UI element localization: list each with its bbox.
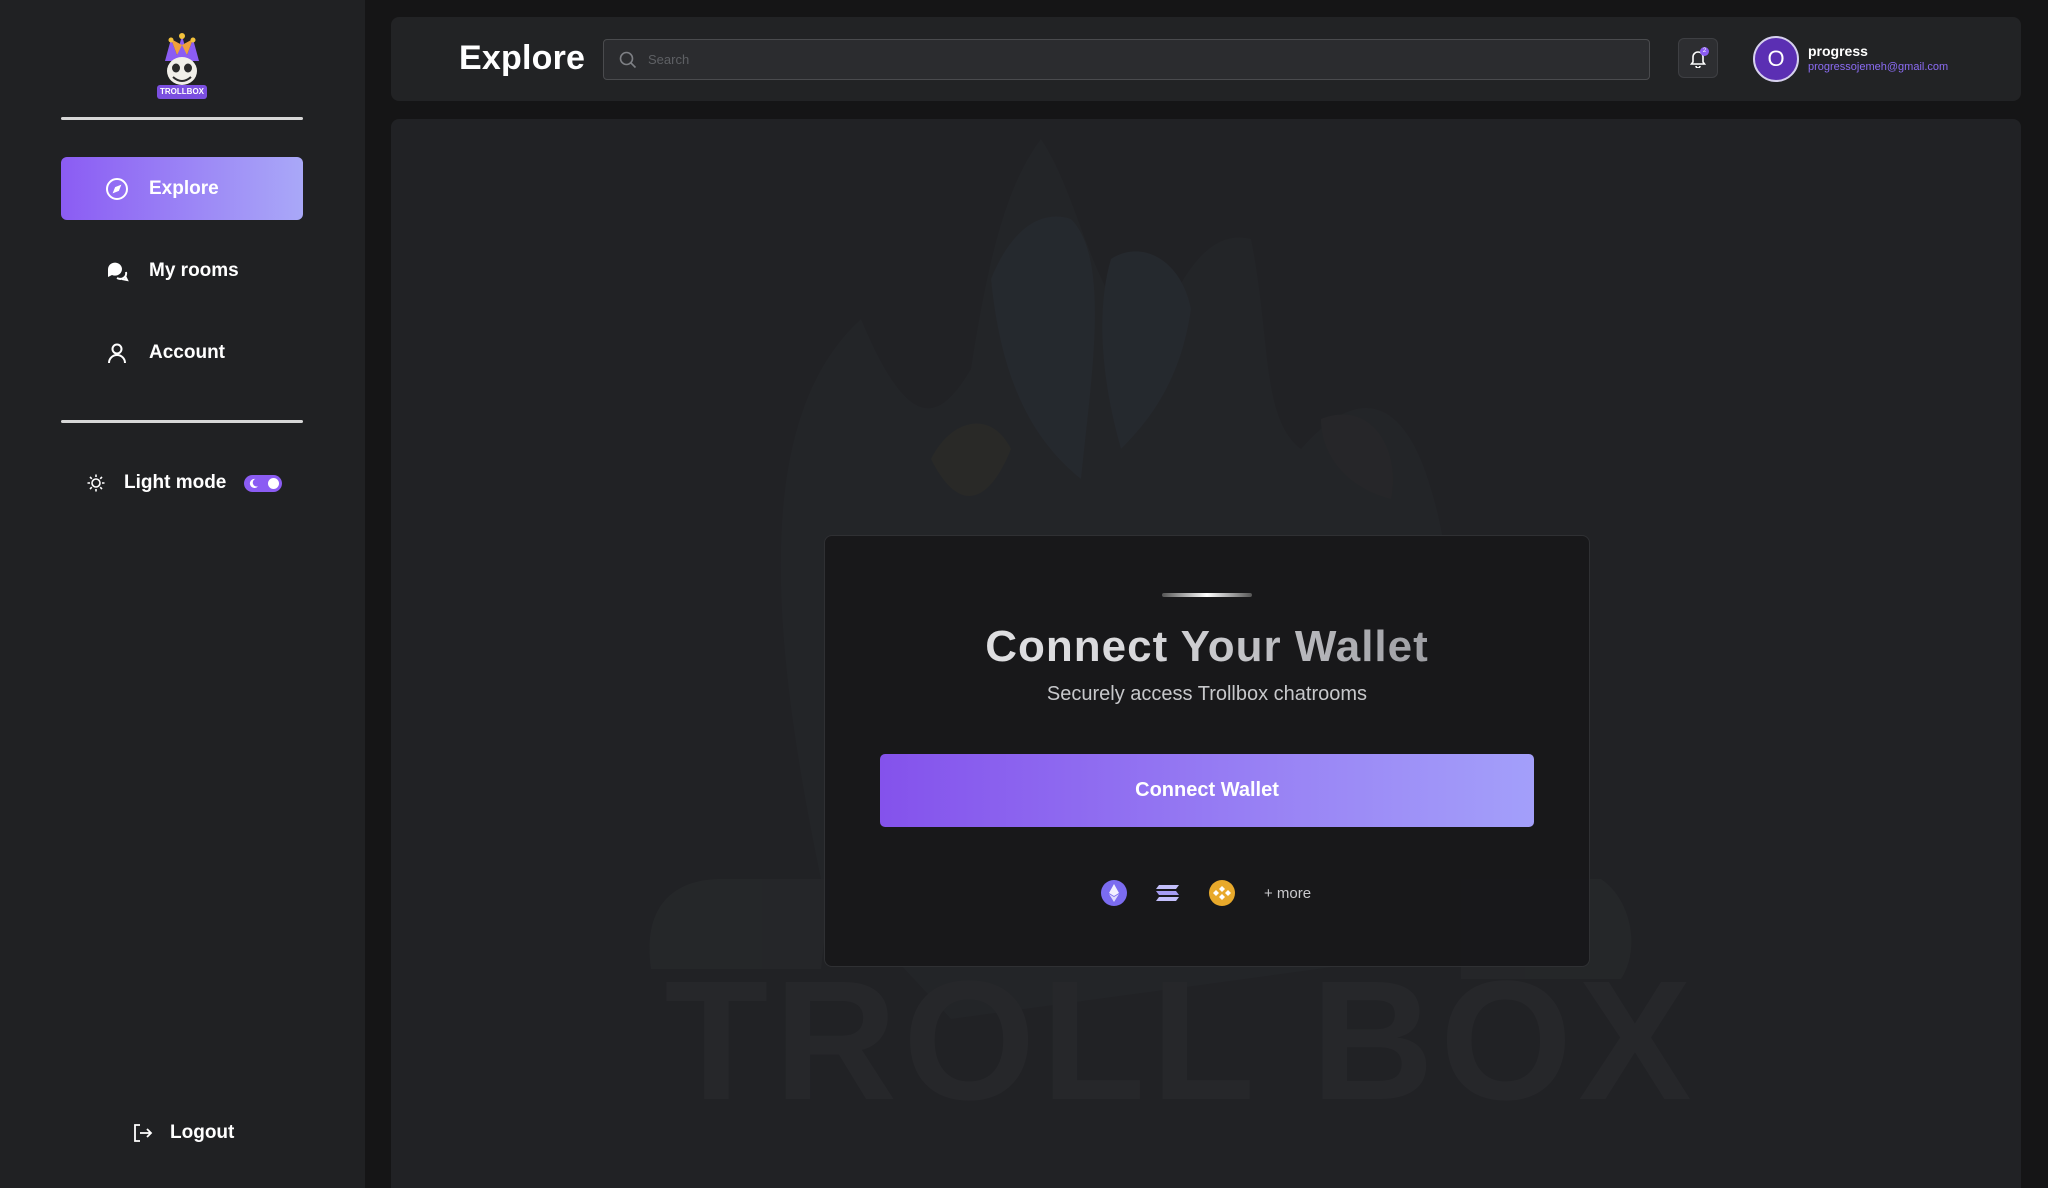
solana-icon	[1154, 879, 1182, 907]
compass-icon	[105, 177, 129, 201]
search-icon	[618, 50, 638, 70]
sidebar-divider-top	[61, 117, 303, 120]
toggle-knob	[268, 477, 280, 489]
sidebar-divider-bottom	[61, 420, 303, 423]
connect-wallet-button[interactable]: Connect Wallet	[880, 754, 1534, 827]
theme-label: Light mode	[124, 472, 227, 493]
ethereum-icon	[1100, 879, 1128, 907]
theme-switcher: Light mode	[86, 468, 283, 498]
top-header: Explore 2 O progress progressojemeh@gmai…	[391, 17, 2021, 101]
trollbox-logo[interactable]: TROLLBOX	[155, 33, 209, 101]
logout-button[interactable]: Logout	[131, 1122, 234, 1144]
search-input[interactable]	[648, 52, 1548, 67]
background-watermark-text: TROLL BOX	[664, 946, 1697, 1136]
sun-icon	[86, 473, 106, 493]
search-bar[interactable]	[603, 39, 1650, 80]
moon-icon	[250, 478, 259, 488]
avatar[interactable]: O	[1753, 36, 1799, 82]
card-subtitle: Securely access Trollbox chatrooms	[1046, 683, 1368, 705]
user-icon	[105, 341, 129, 365]
sidebar-item-label: My rooms	[149, 259, 239, 281]
card-title: Connect Your Wallet	[825, 622, 1589, 672]
logout-icon	[131, 1122, 153, 1144]
bnb-icon	[1208, 879, 1236, 907]
notification-count-badge: 2	[1700, 47, 1709, 56]
sidebar-item-account[interactable]: Account	[61, 321, 303, 384]
more-chains-label[interactable]: + more	[1264, 885, 1311, 902]
sidebar: TROLLBOX Explore My rooms Account Light …	[0, 0, 365, 1188]
user-email: progressojemeh@gmail.com	[1808, 61, 1949, 73]
theme-toggle[interactable]	[244, 474, 283, 492]
notifications-button[interactable]: 2	[1678, 38, 1718, 78]
sidebar-item-label: Account	[149, 341, 225, 363]
connect-wallet-card: Connect Your Wallet Securely access Trol…	[824, 535, 1590, 967]
supported-chains: + more	[1100, 878, 1311, 908]
chat-bubbles-icon	[105, 259, 129, 283]
card-accent-bar	[1162, 593, 1252, 597]
logout-label: Logout	[170, 1122, 235, 1143]
sidebar-item-my-rooms[interactable]: My rooms	[61, 239, 303, 302]
page-title: Explore	[459, 39, 586, 77]
logo-text: TROLLBOX	[160, 87, 204, 96]
sidebar-item-explore[interactable]: Explore	[61, 157, 303, 220]
main-content: TROLL BOX Connect Your Wallet Securely a…	[391, 119, 2021, 1188]
user-name: progress	[1808, 43, 1868, 59]
sidebar-item-label: Explore	[149, 177, 219, 199]
